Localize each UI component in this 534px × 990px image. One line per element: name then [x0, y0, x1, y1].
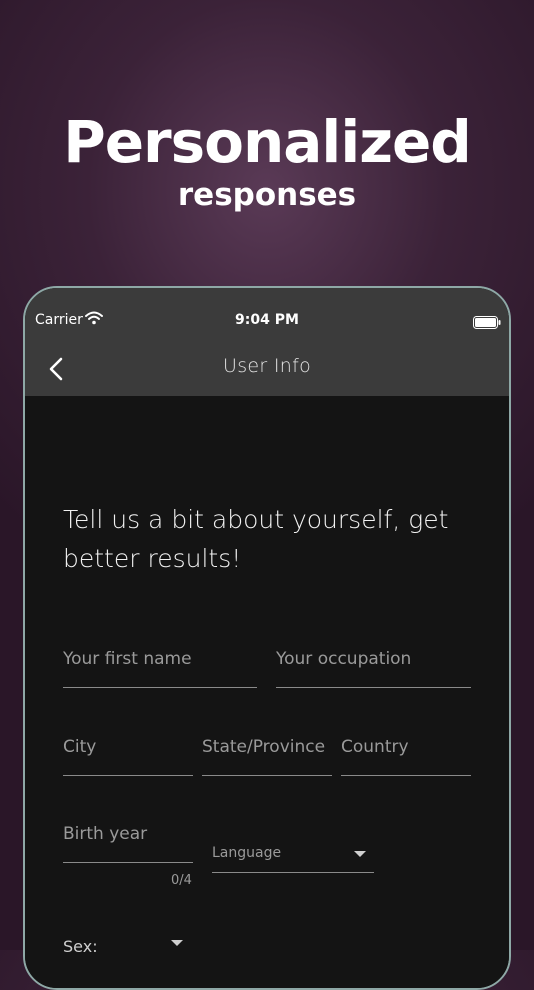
- device-frame: Carrier 9:04 PM User Info Tell us a bit …: [23, 286, 511, 990]
- navigation-bar: User Info: [25, 346, 509, 396]
- city-input[interactable]: [63, 727, 193, 767]
- language-select-label: Language: [212, 845, 282, 861]
- state-field: [202, 727, 332, 776]
- country-field: [341, 727, 471, 776]
- status-time: 9:04 PM: [235, 312, 299, 328]
- birth-year-input[interactable]: [63, 814, 193, 854]
- city-field: [63, 727, 193, 776]
- first-name-field: [63, 639, 257, 688]
- promo-subtitle: responses: [177, 177, 357, 213]
- page-title: User Info: [222, 355, 311, 377]
- birth-year-counter: 0/4: [171, 873, 192, 888]
- language-select[interactable]: Language: [212, 832, 374, 873]
- occupation-field: [276, 639, 471, 688]
- sex-label: Sex:: [63, 937, 98, 956]
- sex-select[interactable]: [125, 926, 185, 956]
- birth-year-field: [63, 814, 193, 863]
- first-name-input[interactable]: [63, 639, 257, 679]
- user-info-form: Tell us a bit about yourself, get better…: [25, 396, 509, 988]
- intro-text: Tell us a bit about yourself, get better…: [63, 505, 449, 573]
- caret-down-icon: [171, 940, 183, 946]
- battery-icon: [473, 314, 501, 333]
- promo-title: Personalized: [63, 108, 472, 176]
- status-bar: Carrier 9:04 PM: [25, 288, 509, 346]
- state-input[interactable]: [202, 727, 332, 767]
- caret-down-icon: [354, 851, 366, 857]
- country-input[interactable]: [341, 727, 471, 767]
- occupation-input[interactable]: [276, 639, 471, 679]
